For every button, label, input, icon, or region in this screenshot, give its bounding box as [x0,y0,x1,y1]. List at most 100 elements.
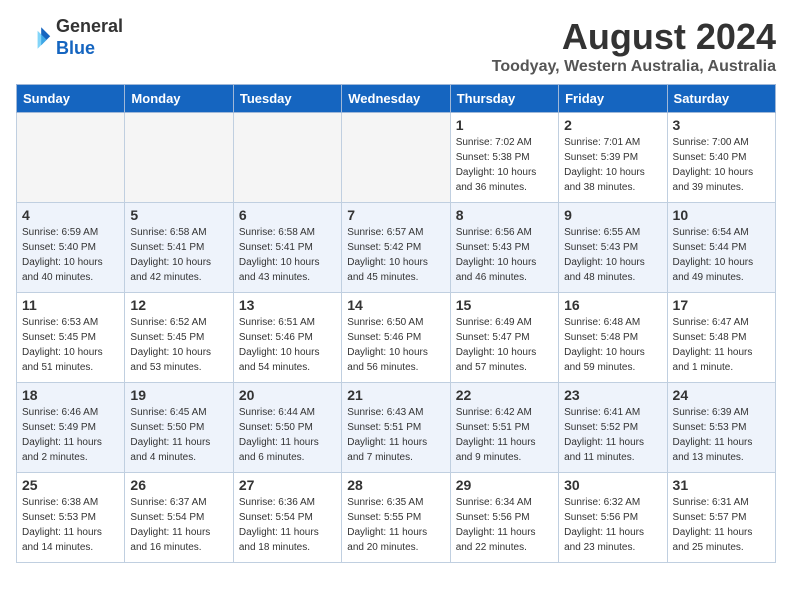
calendar-cell: 2 Sunrise: 7:01 AMSunset: 5:39 PMDaylight… [559,113,667,203]
day-info: Sunrise: 6:38 AMSunset: 5:53 PMDaylight:… [22,495,119,555]
day-info: Sunrise: 6:34 AMSunset: 5:56 PMDaylight:… [456,495,553,555]
calendar-cell: 21 Sunrise: 6:43 AMSunset: 5:51 PMDayligh… [342,383,450,473]
day-number: 8 [456,207,553,223]
day-info: Sunrise: 6:51 AMSunset: 5:46 PMDaylight:… [239,315,336,375]
day-info: Sunrise: 6:35 AMSunset: 5:55 PMDaylight:… [347,495,444,555]
day-number: 10 [673,207,770,223]
logo-icon [16,20,52,56]
day-number: 5 [130,207,227,223]
calendar-cell: 15 Sunrise: 6:49 AMSunset: 5:47 PMDayligh… [450,293,558,383]
calendar-week-row: 4 Sunrise: 6:59 AMSunset: 5:40 PMDaylight… [17,203,776,293]
day-info: Sunrise: 6:48 AMSunset: 5:48 PMDaylight:… [564,315,661,375]
calendar-cell: 19 Sunrise: 6:45 AMSunset: 5:50 PMDayligh… [125,383,233,473]
day-number: 14 [347,297,444,313]
calendar-week-row: 25Sunrise: 6:38 AMSunset: 5:53 PMDayligh… [17,473,776,563]
calendar-cell: 1 Sunrise: 7:02 AMSunset: 5:38 PMDaylight… [450,113,558,203]
calendar-cell: 24 Sunrise: 6:39 AMSunset: 5:53 PMDayligh… [667,383,775,473]
day-info: Sunrise: 6:58 AMSunset: 5:41 PMDaylight:… [130,225,227,285]
weekday-header-monday: Monday [125,85,233,113]
calendar-cell [17,113,125,203]
weekday-header-tuesday: Tuesday [233,85,341,113]
weekday-header-sunday: Sunday [17,85,125,113]
weekday-header-friday: Friday [559,85,667,113]
day-info: Sunrise: 6:54 AMSunset: 5:44 PMDaylight:… [673,225,770,285]
calendar-cell: 23 Sunrise: 6:41 AMSunset: 5:52 PMDayligh… [559,383,667,473]
day-number: 23 [564,387,661,403]
day-info: Sunrise: 7:01 AMSunset: 5:39 PMDaylight:… [564,135,661,195]
calendar-cell: 30 Sunrise: 6:32 AMSunset: 5:56 PMDayligh… [559,473,667,563]
location-subtitle: Toodyay, Western Australia, Australia [492,58,776,76]
weekday-header-wednesday: Wednesday [342,85,450,113]
day-info: Sunrise: 6:32 AMSunset: 5:56 PMDaylight:… [564,495,661,555]
day-number: 19 [130,387,227,403]
month-year-title: August 2024 [492,16,776,58]
day-info: Sunrise: 6:42 AMSunset: 5:51 PMDaylight:… [456,405,553,465]
day-number: 2 [564,117,661,133]
logo-blue-text: Blue [56,38,123,60]
logo-general-text: General [56,16,123,38]
calendar-cell [125,113,233,203]
calendar-cell: 25Sunrise: 6:38 AMSunset: 5:53 PMDayligh… [17,473,125,563]
day-number: 24 [673,387,770,403]
day-number: 12 [130,297,227,313]
calendar-cell: 4 Sunrise: 6:59 AMSunset: 5:40 PMDaylight… [17,203,125,293]
day-number: 16 [564,297,661,313]
calendar-cell: 18 Sunrise: 6:46 AMSunset: 5:49 PMDayligh… [17,383,125,473]
weekday-header-saturday: Saturday [667,85,775,113]
day-number: 20 [239,387,336,403]
day-number: 22 [456,387,553,403]
calendar-cell: 14 Sunrise: 6:50 AMSunset: 5:46 PMDayligh… [342,293,450,383]
title-section: August 2024 Toodyay, Western Australia, … [492,16,776,76]
calendar-cell: 16 Sunrise: 6:48 AMSunset: 5:48 PMDayligh… [559,293,667,383]
day-number: 29 [456,477,553,493]
weekday-header-thursday: Thursday [450,85,558,113]
day-info: Sunrise: 6:49 AMSunset: 5:47 PMDaylight:… [456,315,553,375]
calendar-cell: 28Sunrise: 6:35 AMSunset: 5:55 PMDayligh… [342,473,450,563]
calendar-cell: 27 Sunrise: 6:36 AMSunset: 5:54 PMDayligh… [233,473,341,563]
day-info: Sunrise: 7:00 AMSunset: 5:40 PMDaylight:… [673,135,770,195]
day-number: 18 [22,387,119,403]
day-info: Sunrise: 6:46 AMSunset: 5:49 PMDaylight:… [22,405,119,465]
calendar-cell: 12Sunrise: 6:52 AMSunset: 5:45 PMDayligh… [125,293,233,383]
day-number: 1 [456,117,553,133]
day-number: 4 [22,207,119,223]
calendar-cell [233,113,341,203]
day-info: Sunrise: 6:59 AMSunset: 5:40 PMDaylight:… [22,225,119,285]
calendar-cell: 5 Sunrise: 6:58 AMSunset: 5:41 PMDaylight… [125,203,233,293]
day-info: Sunrise: 6:45 AMSunset: 5:50 PMDaylight:… [130,405,227,465]
day-info: Sunrise: 6:36 AMSunset: 5:54 PMDaylight:… [239,495,336,555]
day-info: Sunrise: 6:43 AMSunset: 5:51 PMDaylight:… [347,405,444,465]
day-number: 7 [347,207,444,223]
day-number: 21 [347,387,444,403]
day-number: 15 [456,297,553,313]
calendar-cell: 9Sunrise: 6:55 AMSunset: 5:43 PMDaylight… [559,203,667,293]
day-number: 17 [673,297,770,313]
day-info: Sunrise: 6:47 AMSunset: 5:48 PMDaylight:… [673,315,770,375]
day-info: Sunrise: 6:55 AMSunset: 5:43 PMDaylight:… [564,225,661,285]
calendar-week-row: 18 Sunrise: 6:46 AMSunset: 5:49 PMDayligh… [17,383,776,473]
calendar-cell: 10 Sunrise: 6:54 AMSunset: 5:44 PMDayligh… [667,203,775,293]
calendar-cell: 13 Sunrise: 6:51 AMSunset: 5:46 PMDayligh… [233,293,341,383]
calendar-cell: 8 Sunrise: 6:56 AMSunset: 5:43 PMDaylight… [450,203,558,293]
day-number: 27 [239,477,336,493]
day-info: Sunrise: 6:57 AMSunset: 5:42 PMDaylight:… [347,225,444,285]
day-info: Sunrise: 6:31 AMSunset: 5:57 PMDaylight:… [673,495,770,555]
header: General Blue August 2024 Toodyay, Wester… [16,16,776,76]
day-number: 6 [239,207,336,223]
day-info: Sunrise: 7:02 AMSunset: 5:38 PMDaylight:… [456,135,553,195]
day-number: 13 [239,297,336,313]
day-info: Sunrise: 6:50 AMSunset: 5:46 PMDaylight:… [347,315,444,375]
day-info: Sunrise: 6:41 AMSunset: 5:52 PMDaylight:… [564,405,661,465]
weekday-header-row: SundayMondayTuesdayWednesdayThursdayFrid… [17,85,776,113]
day-info: Sunrise: 6:39 AMSunset: 5:53 PMDaylight:… [673,405,770,465]
calendar-cell: 7 Sunrise: 6:57 AMSunset: 5:42 PMDaylight… [342,203,450,293]
calendar-table: SundayMondayTuesdayWednesdayThursdayFrid… [16,84,776,563]
day-number: 30 [564,477,661,493]
day-number: 3 [673,117,770,133]
calendar-cell: 31Sunrise: 6:31 AMSunset: 5:57 PMDayligh… [667,473,775,563]
day-info: Sunrise: 6:58 AMSunset: 5:41 PMDaylight:… [239,225,336,285]
day-info: Sunrise: 6:56 AMSunset: 5:43 PMDaylight:… [456,225,553,285]
day-info: Sunrise: 6:44 AMSunset: 5:50 PMDaylight:… [239,405,336,465]
day-info: Sunrise: 6:37 AMSunset: 5:54 PMDaylight:… [130,495,227,555]
calendar-cell: 17 Sunrise: 6:47 AMSunset: 5:48 PMDayligh… [667,293,775,383]
